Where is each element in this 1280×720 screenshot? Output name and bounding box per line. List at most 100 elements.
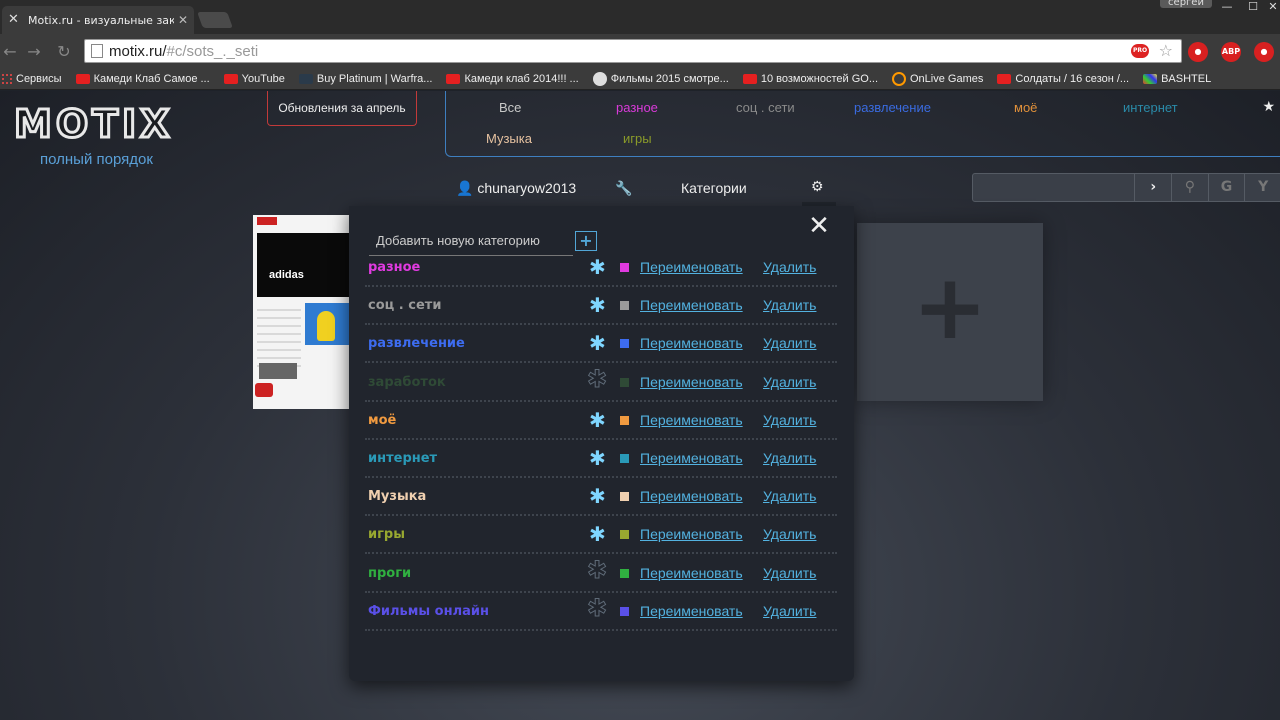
bookmark-item[interactable]: OnLive Games: [892, 71, 983, 86]
tab-close-icon[interactable]: ✕: [178, 13, 188, 27]
favorite-star-icon[interactable]: ✱: [589, 486, 606, 506]
category-color-swatch[interactable]: [620, 263, 629, 272]
settings-wrench-icon[interactable]: 🔧: [615, 180, 632, 197]
delete-link[interactable]: Удалить: [763, 603, 816, 619]
apps-grid-icon: [2, 73, 12, 84]
delete-link[interactable]: Удалить: [763, 526, 816, 542]
category-color-swatch[interactable]: [620, 377, 629, 387]
delete-link[interactable]: Удалить: [763, 335, 816, 351]
add-bookmark-tile[interactable]: +: [857, 223, 1043, 401]
pro-extension-icon[interactable]: PRO: [1131, 44, 1149, 58]
category-color-swatch[interactable]: [620, 415, 629, 425]
back-icon[interactable]: ←: [0, 42, 20, 62]
yandex-search-icon[interactable]: Y: [1245, 173, 1280, 202]
window-close-icon[interactable]: ✕: [1260, 0, 1280, 16]
username: chunaryow2013: [477, 180, 577, 196]
category-name: игры: [368, 527, 405, 543]
delete-link[interactable]: Удалить: [763, 565, 816, 581]
bookmark-item[interactable]: BASHTEL: [1143, 73, 1211, 85]
category-color-swatch[interactable]: [620, 492, 629, 502]
rename-link[interactable]: Переименовать: [640, 603, 743, 619]
delete-link[interactable]: Удалить: [763, 297, 816, 313]
category-color-swatch[interactable]: [620, 530, 629, 540]
bookmark-item[interactable]: Фильмы 2015 смотре...: [592, 71, 729, 86]
rename-link[interactable]: Переименовать: [640, 412, 743, 428]
favorite-star-icon[interactable]: ✱: [589, 448, 606, 468]
favorite-star-icon[interactable]: ✱: [586, 595, 607, 620]
forward-icon[interactable]: →: [24, 42, 44, 62]
search-go-icon[interactable]: ›: [1135, 173, 1173, 202]
close-icon[interactable]: ✕: [807, 213, 831, 239]
nav-item-internet[interactable]: интернет: [1123, 100, 1178, 115]
nav-item-games[interactable]: игры: [623, 131, 652, 146]
favorite-star-icon[interactable]: ✱: [589, 524, 606, 544]
motix-logo[interactable]: MOTIX: [13, 102, 192, 147]
search-bar: › ⚲ G Y: [972, 173, 1280, 202]
thumb-play-icon: [255, 383, 273, 397]
bookmark-item[interactable]: Buy Platinum | Warfra...: [298, 73, 432, 85]
bookmark-item[interactable]: YouTube: [223, 73, 285, 85]
bookmark-item[interactable]: Камеди клаб 2014!!! ...: [446, 73, 579, 85]
rename-link[interactable]: Переименовать: [640, 374, 743, 390]
delete-link[interactable]: Удалить: [763, 450, 816, 466]
nav-item-misc[interactable]: разное: [616, 100, 658, 115]
favorite-star-icon[interactable]: ✱: [589, 257, 606, 277]
address-bar[interactable]: motix.ru/#c/sots_._seti PRO ☆: [84, 39, 1182, 63]
bookmark-item[interactable]: Солдаты / 16 сезон /...: [997, 73, 1129, 85]
bookmark-item[interactable]: 10 возможностей GO...: [742, 73, 878, 85]
search-input[interactable]: [972, 173, 1136, 202]
delete-link[interactable]: Удалить: [763, 374, 816, 390]
categories-link[interactable]: Категории: [681, 180, 747, 196]
rename-link[interactable]: Переименовать: [640, 526, 743, 542]
updates-button[interactable]: Обновления за апрель: [267, 91, 417, 126]
favorite-star-icon[interactable]: ✱: [586, 366, 607, 391]
category-color-swatch[interactable]: [620, 606, 629, 616]
bookmark-item[interactable]: Камеди Клаб Самое ...: [75, 73, 210, 85]
new-tab-button[interactable]: [197, 12, 233, 28]
rename-link[interactable]: Переименовать: [640, 335, 743, 351]
category-row: Музыка ✱ Переименовать Удалить: [365, 478, 837, 517]
bookmark-star-icon[interactable]: ☆: [1159, 41, 1173, 60]
add-category-button[interactable]: +: [575, 231, 597, 251]
rename-link[interactable]: Переименовать: [640, 450, 743, 466]
rename-link[interactable]: Переименовать: [640, 488, 743, 504]
category-color-swatch[interactable]: [620, 454, 629, 463]
nav-item-social[interactable]: соц . сети: [736, 100, 795, 115]
rename-link[interactable]: Переименовать: [640, 565, 743, 581]
nav-item-music[interactable]: Музыка: [486, 131, 532, 146]
nav-item-all[interactable]: Все: [499, 100, 521, 115]
category-color-swatch[interactable]: [620, 339, 629, 349]
nav-item-mine[interactable]: моё: [1014, 100, 1037, 115]
thumb-minion-image: [305, 303, 349, 345]
nav-item-entertainment[interactable]: развлечение: [854, 100, 931, 115]
category-name: Фильмы онлайн: [368, 603, 489, 619]
delete-link[interactable]: Удалить: [763, 412, 816, 428]
delete-link[interactable]: Удалить: [763, 259, 816, 275]
browser-tab[interactable]: ✕ Motix.ru - визуальные закл ✕: [2, 6, 194, 34]
rename-link[interactable]: Переименовать: [640, 297, 743, 313]
category-color-swatch[interactable]: [620, 568, 629, 578]
favorite-star-icon[interactable]: ✱: [586, 557, 607, 582]
reload-icon[interactable]: ↻: [54, 42, 74, 62]
extension-icon[interactable]: ●: [1254, 42, 1274, 62]
favorite-star-icon[interactable]: ✱: [589, 295, 606, 315]
gear-icon[interactable]: ⚙: [811, 178, 824, 195]
delete-link[interactable]: Удалить: [763, 488, 816, 504]
adblock-icon[interactable]: ABP: [1221, 42, 1241, 62]
rename-link[interactable]: Переименовать: [640, 259, 743, 275]
favorite-star-icon[interactable]: ✱: [589, 410, 606, 430]
user-profile-link[interactable]: 👤 chunaryow2013: [456, 180, 576, 197]
bookmark-item[interactable]: Сервисы: [2, 73, 62, 85]
search-engine-icon[interactable]: ⚲: [1172, 173, 1209, 202]
favorites-star-icon[interactable]: ★: [1262, 99, 1275, 115]
site-thumbnail[interactable]: adidas: [253, 215, 349, 409]
google-search-icon[interactable]: G: [1208, 173, 1246, 202]
category-color-swatch[interactable]: [620, 301, 629, 311]
category-name: развлечение: [368, 336, 465, 352]
minimize-icon[interactable]: —: [1214, 0, 1240, 16]
favorite-star-icon[interactable]: ✱: [589, 333, 606, 353]
youtube-icon: [997, 73, 1012, 84]
skull-icon: [592, 71, 607, 86]
extension-icon[interactable]: ●: [1188, 42, 1208, 62]
profile-button[interactable]: сергей: [1160, 0, 1212, 8]
